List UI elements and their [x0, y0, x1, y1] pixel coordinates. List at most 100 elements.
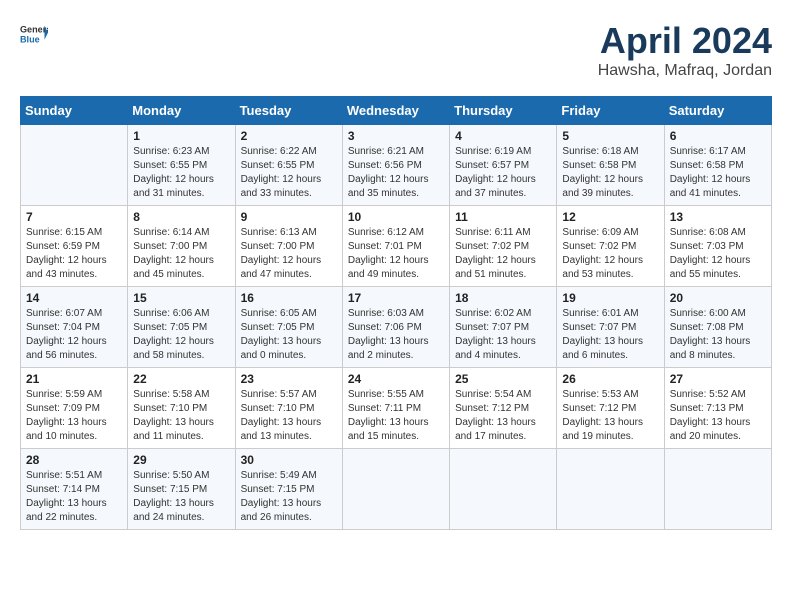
day-number: 7 [26, 210, 122, 224]
day-number: 22 [133, 372, 229, 386]
day-number: 11 [455, 210, 551, 224]
day-number: 28 [26, 453, 122, 467]
day-number: 16 [241, 291, 337, 305]
calendar-week-row: 28 Sunrise: 5:51 AM Sunset: 7:14 PM Dayli… [21, 449, 772, 530]
cell-info: Sunrise: 6:08 AM Sunset: 7:03 PM Dayligh… [670, 226, 766, 282]
calendar-cell: 21 Sunrise: 5:59 AM Sunset: 7:09 PM Dayli… [21, 368, 128, 449]
location-title: Hawsha, Mafraq, Jordan [598, 62, 772, 80]
day-number: 2 [241, 129, 337, 143]
cell-info: Sunrise: 6:00 AM Sunset: 7:08 PM Dayligh… [670, 307, 766, 363]
logo-icon: General Blue [20, 20, 48, 48]
calendar-cell: 1 Sunrise: 6:23 AM Sunset: 6:55 PM Daylig… [128, 125, 235, 206]
calendar-week-row: 21 Sunrise: 5:59 AM Sunset: 7:09 PM Dayli… [21, 368, 772, 449]
cell-info: Sunrise: 6:13 AM Sunset: 7:00 PM Dayligh… [241, 226, 337, 282]
cell-info: Sunrise: 6:23 AM Sunset: 6:55 PM Dayligh… [133, 145, 229, 201]
logo: General Blue [20, 20, 48, 48]
cell-info: Sunrise: 5:51 AM Sunset: 7:14 PM Dayligh… [26, 469, 122, 525]
cell-info: Sunrise: 5:55 AM Sunset: 7:11 PM Dayligh… [348, 388, 444, 444]
calendar-cell: 19 Sunrise: 6:01 AM Sunset: 7:07 PM Dayli… [557, 287, 664, 368]
cell-info: Sunrise: 6:18 AM Sunset: 6:58 PM Dayligh… [562, 145, 658, 201]
cell-info: Sunrise: 6:05 AM Sunset: 7:05 PM Dayligh… [241, 307, 337, 363]
calendar-cell: 18 Sunrise: 6:02 AM Sunset: 7:07 PM Dayli… [450, 287, 557, 368]
cell-info: Sunrise: 5:57 AM Sunset: 7:10 PM Dayligh… [241, 388, 337, 444]
day-number: 5 [562, 129, 658, 143]
day-number: 19 [562, 291, 658, 305]
calendar-cell [557, 449, 664, 530]
cell-info: Sunrise: 5:49 AM Sunset: 7:15 PM Dayligh… [241, 469, 337, 525]
calendar-cell: 26 Sunrise: 5:53 AM Sunset: 7:12 PM Dayli… [557, 368, 664, 449]
day-number: 20 [670, 291, 766, 305]
calendar-cell [664, 449, 771, 530]
cell-info: Sunrise: 6:11 AM Sunset: 7:02 PM Dayligh… [455, 226, 551, 282]
day-number: 8 [133, 210, 229, 224]
cell-info: Sunrise: 6:22 AM Sunset: 6:55 PM Dayligh… [241, 145, 337, 201]
day-number: 26 [562, 372, 658, 386]
day-number: 15 [133, 291, 229, 305]
day-of-week-header: Tuesday [235, 97, 342, 125]
cell-info: Sunrise: 6:12 AM Sunset: 7:01 PM Dayligh… [348, 226, 444, 282]
cell-info: Sunrise: 6:01 AM Sunset: 7:07 PM Dayligh… [562, 307, 658, 363]
cell-info: Sunrise: 6:17 AM Sunset: 6:58 PM Dayligh… [670, 145, 766, 201]
cell-info: Sunrise: 6:19 AM Sunset: 6:57 PM Dayligh… [455, 145, 551, 201]
calendar-cell: 14 Sunrise: 6:07 AM Sunset: 7:04 PM Dayli… [21, 287, 128, 368]
day-number: 1 [133, 129, 229, 143]
calendar-cell: 2 Sunrise: 6:22 AM Sunset: 6:55 PM Daylig… [235, 125, 342, 206]
day-of-week-header: Thursday [450, 97, 557, 125]
svg-text:Blue: Blue [20, 34, 40, 44]
month-title: April 2024 [598, 20, 772, 62]
day-of-week-header: Sunday [21, 97, 128, 125]
day-of-week-header: Saturday [664, 97, 771, 125]
calendar-table: SundayMondayTuesdayWednesdayThursdayFrid… [20, 96, 772, 530]
cell-info: Sunrise: 6:14 AM Sunset: 7:00 PM Dayligh… [133, 226, 229, 282]
day-number: 6 [670, 129, 766, 143]
calendar-week-row: 7 Sunrise: 6:15 AM Sunset: 6:59 PM Daylig… [21, 206, 772, 287]
cell-info: Sunrise: 6:03 AM Sunset: 7:06 PM Dayligh… [348, 307, 444, 363]
cell-info: Sunrise: 5:59 AM Sunset: 7:09 PM Dayligh… [26, 388, 122, 444]
day-of-week-header: Friday [557, 97, 664, 125]
cell-info: Sunrise: 6:21 AM Sunset: 6:56 PM Dayligh… [348, 145, 444, 201]
calendar-cell: 10 Sunrise: 6:12 AM Sunset: 7:01 PM Dayli… [342, 206, 449, 287]
cell-info: Sunrise: 6:15 AM Sunset: 6:59 PM Dayligh… [26, 226, 122, 282]
calendar-cell: 20 Sunrise: 6:00 AM Sunset: 7:08 PM Dayli… [664, 287, 771, 368]
day-number: 14 [26, 291, 122, 305]
day-number: 29 [133, 453, 229, 467]
day-number: 21 [26, 372, 122, 386]
cell-info: Sunrise: 5:53 AM Sunset: 7:12 PM Dayligh… [562, 388, 658, 444]
day-number: 4 [455, 129, 551, 143]
calendar-cell: 13Sunrise: 6:08 AM Sunset: 7:03 PM Dayli… [664, 206, 771, 287]
svg-text:General: General [20, 25, 48, 35]
calendar-cell: 8 Sunrise: 6:14 AM Sunset: 7:00 PM Daylig… [128, 206, 235, 287]
calendar-cell: 16 Sunrise: 6:05 AM Sunset: 7:05 PM Dayli… [235, 287, 342, 368]
day-number: 18 [455, 291, 551, 305]
title-area: April 2024 Hawsha, Mafraq, Jordan [598, 20, 772, 80]
day-of-week-header: Wednesday [342, 97, 449, 125]
calendar-cell: 28 Sunrise: 5:51 AM Sunset: 7:14 PM Dayli… [21, 449, 128, 530]
cell-info: Sunrise: 5:58 AM Sunset: 7:10 PM Dayligh… [133, 388, 229, 444]
calendar-cell: 9 Sunrise: 6:13 AM Sunset: 7:00 PM Daylig… [235, 206, 342, 287]
day-number: 10 [348, 210, 444, 224]
calendar-cell: 11 Sunrise: 6:11 AM Sunset: 7:02 PM Dayli… [450, 206, 557, 287]
cell-info: Sunrise: 5:54 AM Sunset: 7:12 PM Dayligh… [455, 388, 551, 444]
day-number: 12 [562, 210, 658, 224]
day-number: 27 [670, 372, 766, 386]
calendar-cell: 6 Sunrise: 6:17 AM Sunset: 6:58 PM Daylig… [664, 125, 771, 206]
calendar-cell [342, 449, 449, 530]
cell-info: Sunrise: 5:52 AM Sunset: 7:13 PM Dayligh… [670, 388, 766, 444]
calendar-cell: 30Sunrise: 5:49 AM Sunset: 7:15 PM Dayli… [235, 449, 342, 530]
calendar-cell: 7 Sunrise: 6:15 AM Sunset: 6:59 PM Daylig… [21, 206, 128, 287]
calendar-cell [450, 449, 557, 530]
calendar-cell: 25Sunrise: 5:54 AM Sunset: 7:12 PM Dayli… [450, 368, 557, 449]
calendar-body: 1 Sunrise: 6:23 AM Sunset: 6:55 PM Daylig… [21, 125, 772, 530]
calendar-cell: 24Sunrise: 5:55 AM Sunset: 7:11 PM Dayli… [342, 368, 449, 449]
calendar-cell: 23Sunrise: 5:57 AM Sunset: 7:10 PM Dayli… [235, 368, 342, 449]
cell-info: Sunrise: 6:02 AM Sunset: 7:07 PM Dayligh… [455, 307, 551, 363]
day-number: 9 [241, 210, 337, 224]
calendar-cell: 15Sunrise: 6:06 AM Sunset: 7:05 PM Dayli… [128, 287, 235, 368]
calendar-cell: 27 Sunrise: 5:52 AM Sunset: 7:13 PM Dayli… [664, 368, 771, 449]
calendar-cell: 3Sunrise: 6:21 AM Sunset: 6:56 PM Daylig… [342, 125, 449, 206]
calendar-cell: 12Sunrise: 6:09 AM Sunset: 7:02 PM Dayli… [557, 206, 664, 287]
cell-info: Sunrise: 5:50 AM Sunset: 7:15 PM Dayligh… [133, 469, 229, 525]
day-of-week-header: Monday [128, 97, 235, 125]
page-header: General Blue April 2024 Hawsha, Mafraq, … [20, 20, 772, 80]
cell-info: Sunrise: 6:07 AM Sunset: 7:04 PM Dayligh… [26, 307, 122, 363]
